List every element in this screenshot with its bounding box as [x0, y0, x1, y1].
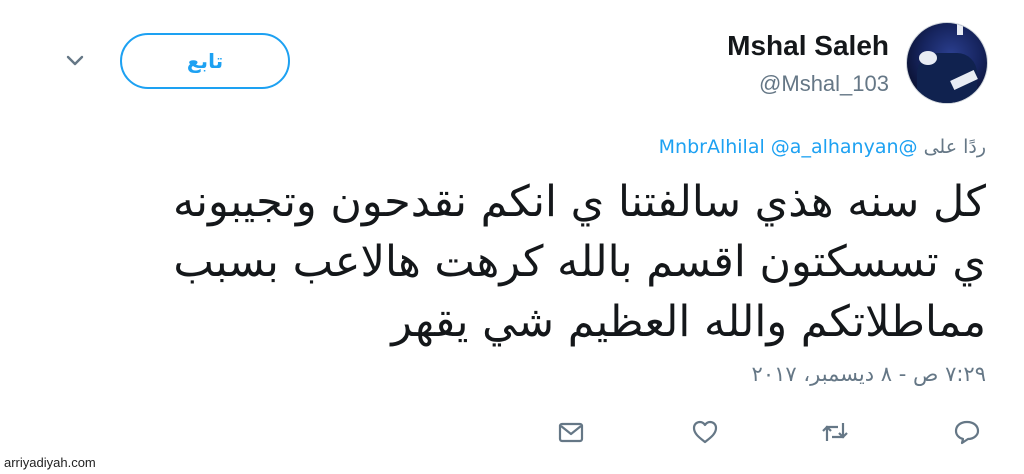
avatar-tag: [957, 23, 963, 35]
user-display-name[interactable]: Mshal Saleh: [727, 30, 889, 62]
tweet-line: مماطلاتكم والله العظيم شي يقهر: [391, 297, 986, 347]
chevron-down-icon[interactable]: [64, 50, 86, 72]
watermark: arriyadiyah.com: [4, 455, 96, 470]
tweet-text: كل سنه هذي سالفتنا ي انكم نقدحون وتجيبون…: [86, 172, 986, 352]
like-icon[interactable]: [691, 418, 719, 446]
avatar[interactable]: [906, 22, 988, 104]
reply-icon[interactable]: [953, 418, 981, 446]
tweet-line: ي تسسكتون اقسم بالله كرهت هالاعب بسبب: [173, 237, 986, 287]
avatar-badge: [919, 51, 937, 65]
follow-button-label: تابع: [186, 49, 224, 73]
message-icon[interactable]: [557, 418, 585, 446]
follow-button[interactable]: تابع: [120, 33, 290, 89]
reply-prefix: ردًا على: [923, 136, 986, 158]
tweet-timestamp[interactable]: ٧:٢٩ ص - ٨ ديسمبر، ٢٠١٧: [752, 362, 986, 386]
mention-link[interactable]: @a_alhanyan: [771, 136, 899, 158]
retweet-icon[interactable]: [820, 418, 848, 446]
reply-context: ردًا على @MnbrAlhilal @a_alhanyan: [659, 136, 986, 158]
tweet-line: كل سنه هذي سالفتنا ي انكم نقدحون وتجيبون…: [173, 177, 986, 227]
user-handle[interactable]: @Mshal_103: [759, 71, 889, 97]
